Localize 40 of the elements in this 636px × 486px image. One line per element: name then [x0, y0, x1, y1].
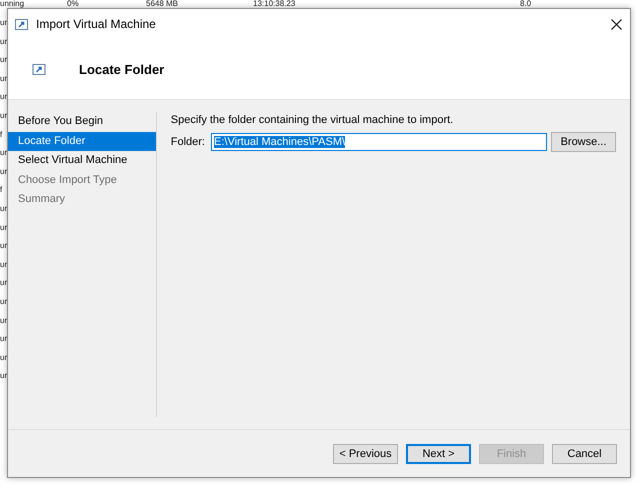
wizard-button[interactable]: Cancel — [552, 444, 617, 464]
page-icon — [32, 64, 46, 74]
background-text: ur — [0, 166, 8, 178]
background-text: ur — [0, 110, 8, 122]
background-text: ur — [0, 147, 8, 160]
background-text: ur — [0, 333, 8, 346]
wizard-button[interactable]: < Previous — [333, 444, 398, 464]
background-text: ur — [0, 36, 8, 48]
wizard-step[interactable]: Select Virtual Machine — [8, 151, 156, 170]
background-text: ur — [0, 202, 8, 215]
browse-button[interactable]: Browse... — [551, 132, 616, 152]
wizard-step[interactable]: Before You Begin — [8, 112, 156, 132]
background-text: unning — [0, 0, 26, 8]
background-text: ur — [0, 314, 8, 326]
page-heading: Locate Folder — [79, 62, 164, 76]
background-text: ur — [0, 277, 8, 290]
background-text: ur — [0, 222, 8, 234]
background-text: 5648 MB — [146, 0, 180, 8]
background-text: ur — [0, 54, 8, 66]
background-text: f — [0, 128, 2, 141]
background-text: ur — [0, 17, 8, 29]
background-text: 13:10:38.23 — [253, 0, 296, 8]
background-text: 8.0 — [520, 0, 532, 8]
window-title: Import Virtual Machine — [36, 17, 157, 31]
background-text: f — [0, 184, 2, 196]
window-icon — [15, 18, 28, 30]
background-text: ur — [0, 91, 8, 104]
background-text: ur — [0, 258, 8, 271]
folder-field[interactable]: E:\Virtual Machines\PASM\ — [211, 133, 547, 151]
instruction-text: Specify the folder containing the virtual machine to import. — [170, 114, 454, 126]
background-text: ur — [0, 296, 8, 308]
background-text: ur — [0, 72, 8, 85]
background-text: ur — [0, 240, 8, 252]
background-text: ur — [0, 352, 8, 364]
wizard-button[interactable]: Next > — [406, 444, 471, 464]
background-text: 0% — [67, 0, 80, 8]
wizard-step[interactable]: Locate Folder — [8, 132, 156, 151]
folder-label: Folder: — [170, 136, 205, 148]
close-icon[interactable] — [611, 18, 622, 30]
background-text: ur — [0, 370, 8, 382]
